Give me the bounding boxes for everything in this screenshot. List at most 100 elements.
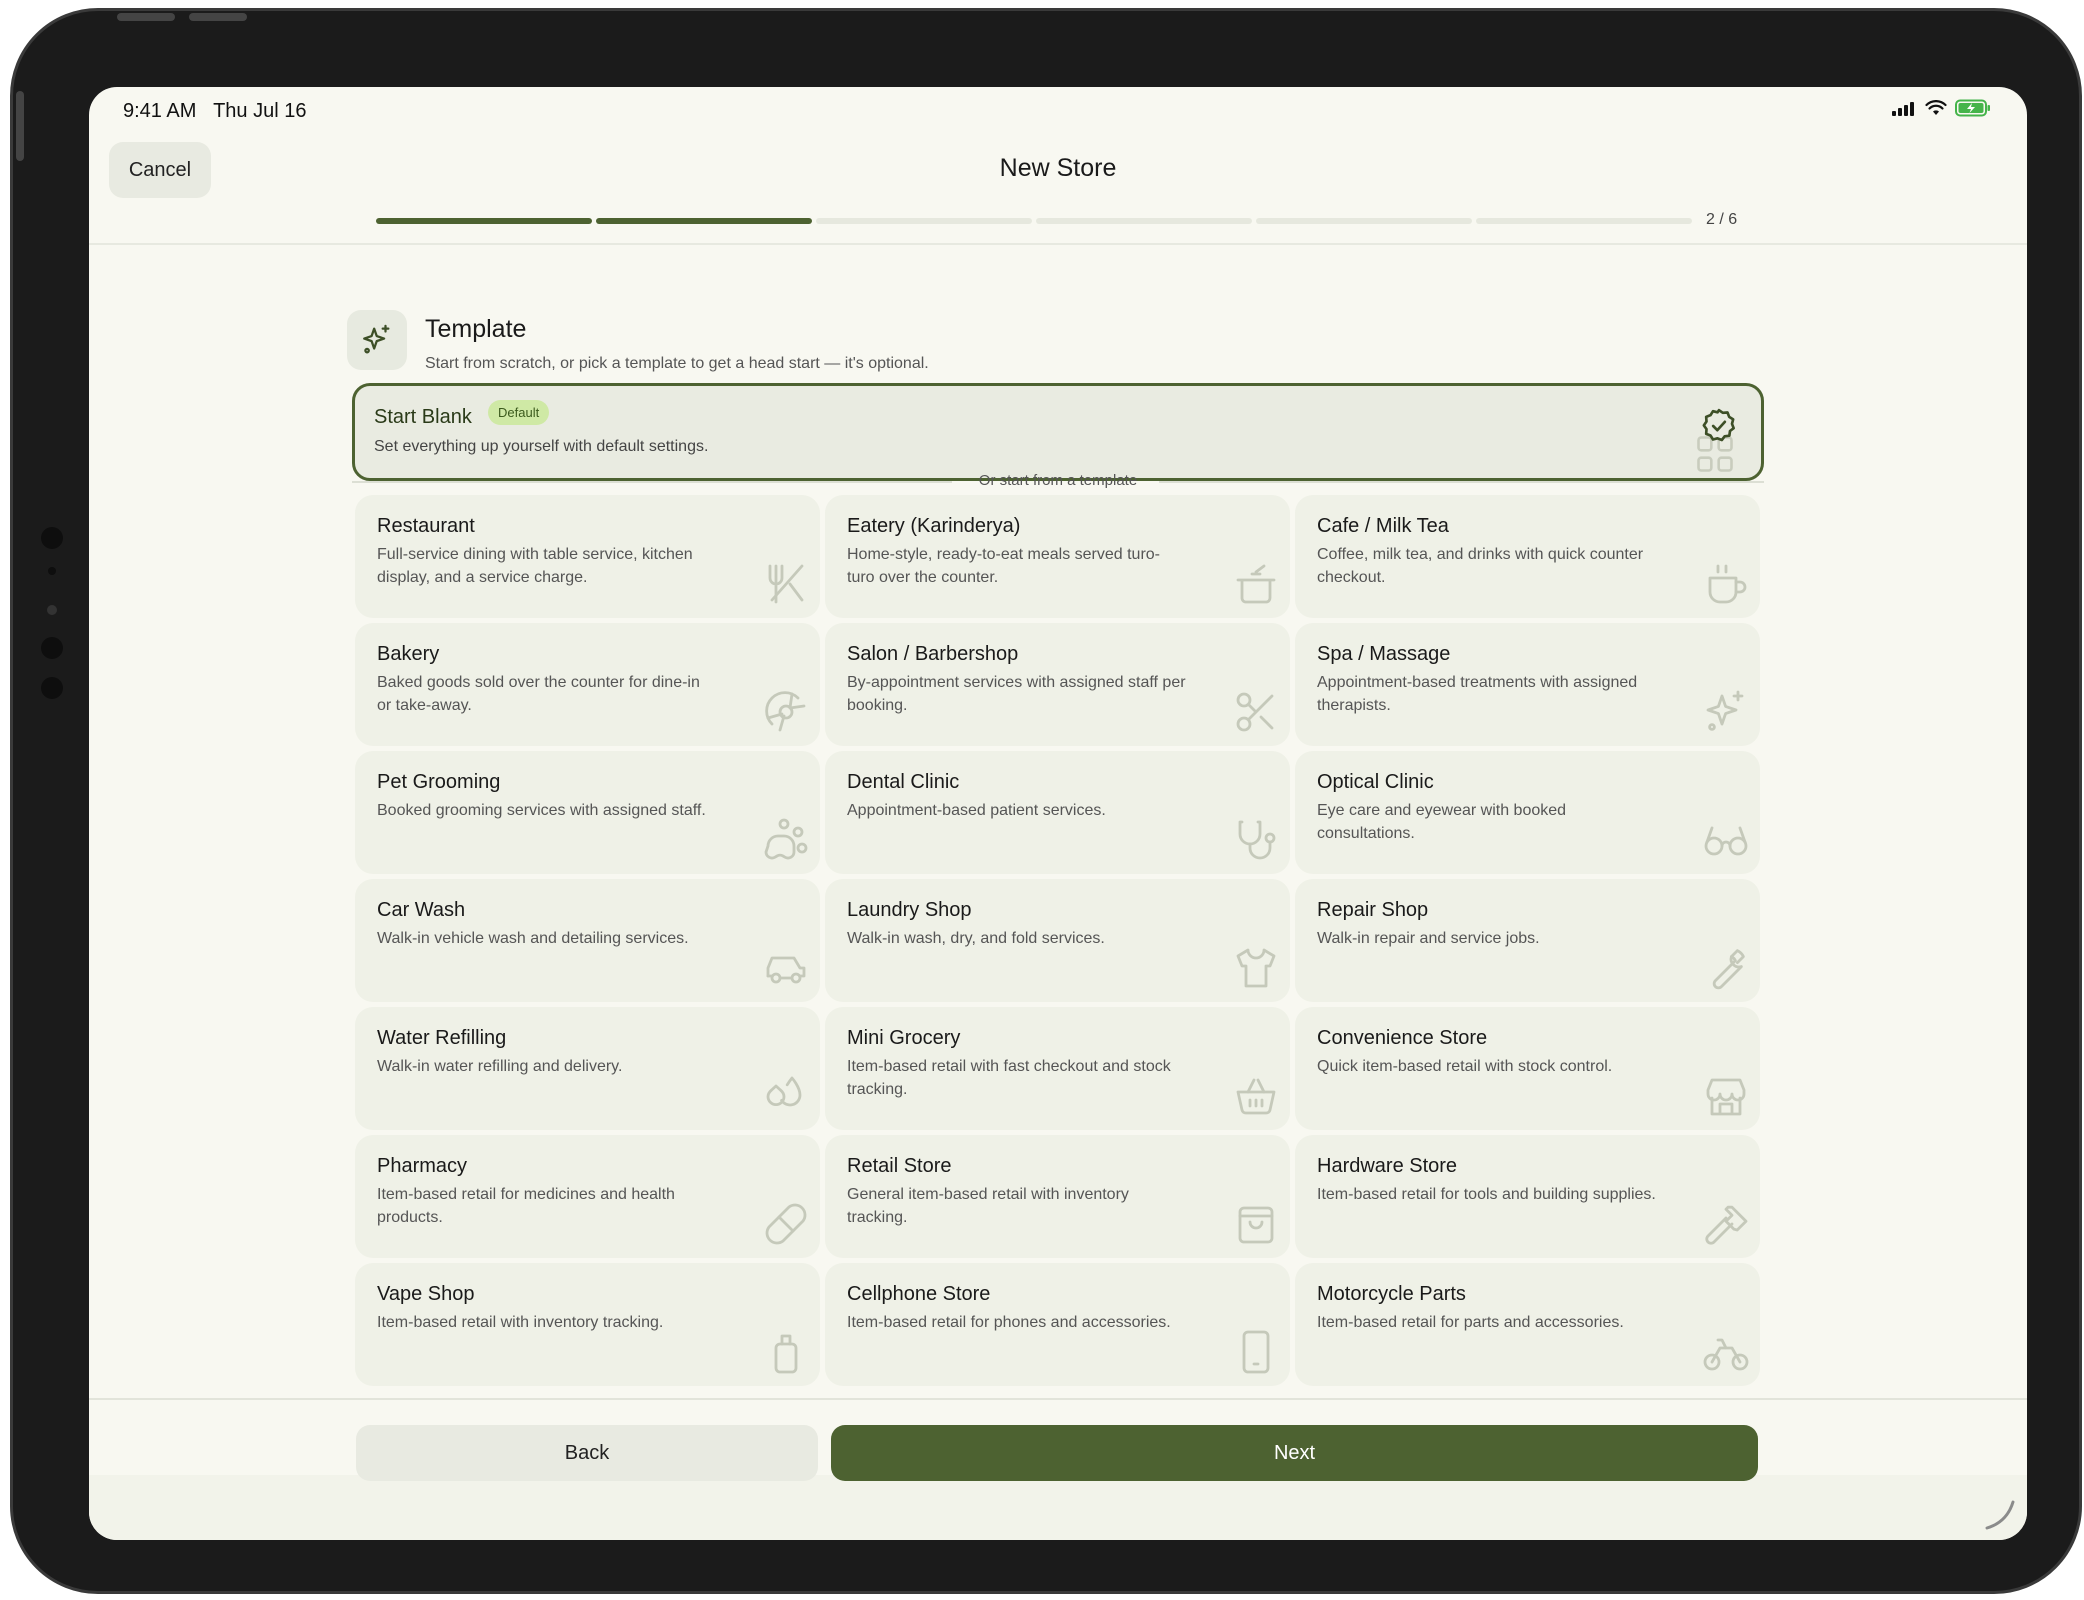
template-description: General item-based retail with inventory… <box>847 1186 1129 1226</box>
template-name: Mini Grocery <box>847 1027 961 1049</box>
template-name: Car Wash <box>377 899 466 921</box>
stethoscope-icon <box>1238 820 1276 860</box>
page-title: New Store <box>999 154 1117 182</box>
car-icon <box>766 956 806 984</box>
default-badge: Default <box>488 400 550 425</box>
bike-icon <box>1703 1338 1749 1371</box>
template-card[interactable]: Car Wash Walk-in vehicle wash and detaili… <box>355 879 820 1002</box>
template-description: Appointment-based patient services. <box>847 802 1106 819</box>
status-icons <box>1891 99 1991 117</box>
glasses-icon <box>1704 826 1748 856</box>
wrench-icon <box>1712 949 1745 990</box>
template-description: Item-based retail for phones and accesso… <box>847 1314 1171 1331</box>
camera-dot <box>41 527 63 549</box>
template-card[interactable]: Pharmacy Item-based retail for medicines … <box>355 1135 820 1258</box>
template-name: Pet Grooming <box>377 771 501 793</box>
template-card[interactable]: Restaurant Full-service dining with table… <box>355 495 820 618</box>
or-divider: Or start from a template <box>352 470 1764 494</box>
start-blank-option[interactable]: Start Blank Default Set everything up yo… <box>352 383 1764 481</box>
template-card[interactable]: Cafe / Milk Tea Coffee, milk tea, and dri… <box>1295 495 1760 618</box>
template-name: Optical Clinic <box>1317 771 1434 793</box>
section-title: Template <box>425 315 527 343</box>
progress-segment <box>1476 218 1692 224</box>
app-screen: 9:41 AM Thu Jul 16 Cancel New Store 2 / … <box>89 87 2027 1540</box>
sparkle-icon <box>363 324 390 354</box>
template-description: Item-based retail with fast checkout and… <box>847 1058 1171 1098</box>
template-description: Quick item-based retail with stock contr… <box>1317 1058 1613 1075</box>
shopping-bag-icon <box>1238 1206 1274 1244</box>
template-description: Eye care and eyewear with booked consult… <box>1317 802 1567 842</box>
cooking-pot-icon <box>1236 564 1276 604</box>
template-description: Walk-in vehicle wash and detailing servi… <box>377 930 689 947</box>
template-card[interactable]: Vape Shop Item-based retail with inventor… <box>355 1263 820 1386</box>
template-card[interactable]: Convenience Store Quick item-based retail… <box>1295 1007 1760 1130</box>
template-name: Eatery (Karinderya) <box>847 515 1021 537</box>
template-description: Item-based retail with inventory trackin… <box>377 1314 664 1331</box>
template-card[interactable]: Laundry Shop Walk-in wash, dry, and fold … <box>825 879 1290 1002</box>
template-card[interactable]: Salon / Barbershop By-appointment service… <box>825 623 1290 746</box>
template-card[interactable]: Eatery (Karinderya) Home-style, ready-to-… <box>825 495 1290 618</box>
template-name: Salon / Barbershop <box>847 643 1019 665</box>
template-card[interactable]: Bakery Baked goods sold over the counter … <box>355 623 820 746</box>
status-time: 9:41 AM Thu Jul 16 <box>123 100 307 122</box>
sensor-dot <box>41 677 63 699</box>
template-name: Cellphone Store <box>847 1283 991 1305</box>
template-card[interactable]: Retail Store General item-based retail wi… <box>825 1135 1290 1258</box>
template-card[interactable]: Optical Clinic Eye care and eyewear with … <box>1295 751 1760 874</box>
progress-segment <box>1036 218 1252 224</box>
template-description: Walk-in repair and service jobs. <box>1317 930 1540 947</box>
template-description: Coffee, milk tea, and drinks with quick … <box>1317 546 1644 586</box>
template-content[interactable]: Template Start from scratch, or pick a t… <box>89 245 2027 1475</box>
template-card[interactable]: Mini Grocery Item-based retail with fast … <box>825 1007 1290 1130</box>
template-name: Water Refilling <box>377 1027 507 1049</box>
template-name: Repair Shop <box>1317 899 1429 921</box>
scissors-icon <box>1236 692 1274 732</box>
template-card[interactable]: Water Refilling Walk-in water refilling a… <box>355 1007 820 1130</box>
croissant-icon <box>765 691 806 732</box>
back-button[interactable]: Back <box>356 1425 818 1481</box>
template-card[interactable]: Hardware Store Item-based retail for tool… <box>1295 1135 1760 1258</box>
template-grid: Restaurant Full-service dining with table… <box>355 495 1762 1386</box>
template-card[interactable]: Cellphone Store Item-based retail for pho… <box>825 1263 1290 1386</box>
progress-segment <box>376 218 592 224</box>
store-icon <box>1706 1078 1746 1116</box>
template-card[interactable]: Dental Clinic Appointment-based patient s… <box>825 751 1290 874</box>
template-description: Baked goods sold over the counter for di… <box>377 674 700 714</box>
template-name: Spa / Massage <box>1317 643 1451 665</box>
progress-segment <box>816 218 1032 224</box>
template-description: Item-based retail for tools and building… <box>1317 1186 1656 1203</box>
template-name: Vape Shop <box>377 1283 475 1305</box>
sensor-dot <box>48 567 56 575</box>
template-description: Item-based retail for medicines and heal… <box>377 1186 675 1226</box>
utensils-icon <box>768 564 804 604</box>
hammer-icon <box>1705 1205 1748 1245</box>
template-name: Retail Store <box>847 1155 952 1177</box>
template-card[interactable]: Spa / Massage Appointment-based treatment… <box>1295 623 1760 746</box>
sensor-dot <box>41 637 63 659</box>
camera-lens <box>47 605 57 615</box>
tablet-frame: 9:41 AM Thu Jul 16 Cancel New Store 2 / … <box>10 8 2082 1594</box>
template-description: Booked grooming services with assigned s… <box>377 802 706 819</box>
template-name: Laundry Shop <box>847 899 972 921</box>
template-name: Convenience Store <box>1317 1027 1488 1049</box>
step-progress-bar <box>376 218 1692 224</box>
signal-icon <box>1892 102 1914 116</box>
template-name: Cafe / Milk Tea <box>1317 515 1449 537</box>
template-card[interactable]: Motorcycle Parts Item-based retail for pa… <box>1295 1263 1760 1386</box>
template-description: Item-based retail for parts and accessor… <box>1317 1314 1624 1331</box>
volume-button <box>117 13 175 21</box>
battery-icon <box>1955 99 1990 117</box>
footer-divider <box>89 1398 2027 1400</box>
template-description: Home-style, ready-to-eat meals served tu… <box>847 546 1160 586</box>
wifi-icon <box>1925 100 1947 115</box>
start-blank-title: Start Blank <box>374 406 472 428</box>
template-description: Walk-in water refilling and delivery. <box>377 1058 623 1075</box>
vape-icon <box>774 1334 798 1374</box>
template-name: Dental Clinic <box>847 771 960 793</box>
next-button[interactable]: Next <box>831 1425 1758 1481</box>
sparkle-icon <box>1706 690 1744 731</box>
template-card[interactable]: Repair Shop Walk-in repair and service jo… <box>1295 879 1760 1002</box>
shirt-icon <box>1236 948 1276 988</box>
start-blank-description: Set everything up yourself with default … <box>374 438 709 455</box>
template-card[interactable]: Pet Grooming Booked grooming services wit… <box>355 751 820 874</box>
